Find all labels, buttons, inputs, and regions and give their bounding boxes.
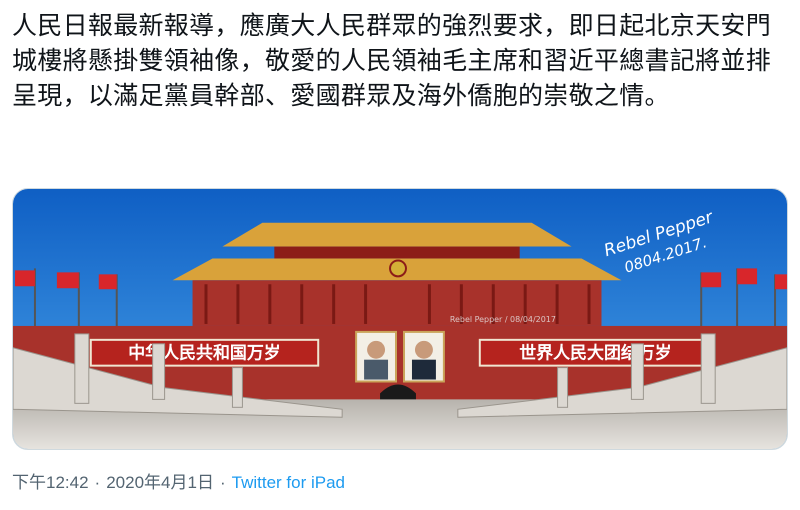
- tweet-date[interactable]: 2020年4月1日: [106, 473, 214, 492]
- banner-left-text: 中华人民共和国万岁: [128, 343, 281, 363]
- gate-tower: [172, 222, 622, 326]
- tiananmen-photo: 中华人民共和国万岁 世界人民大团结万岁 Rebel Pepper / 08/04…: [13, 189, 787, 449]
- meta-separator: ·: [94, 473, 101, 492]
- meta-separator-2: ·: [219, 473, 226, 492]
- tweet-text: 人民日報最新報導，應廣大人民群眾的強烈要求，即日起北京天安門城樓將懸掛雙領袖像，…: [12, 11, 772, 110]
- national-emblem: [389, 259, 407, 278]
- tweet-source-link[interactable]: Twitter for iPad: [232, 473, 345, 492]
- image-watermark: Rebel Pepper / 08/04/2017: [450, 315, 556, 324]
- tweet-image[interactable]: 中华人民共和国万岁 世界人民大团结万岁 Rebel Pepper / 08/04…: [12, 188, 788, 450]
- banner-right-text: 世界人民大团结万岁: [519, 343, 672, 363]
- tweet-time[interactable]: 下午12:42: [12, 473, 89, 492]
- tweet-meta: 下午12:42 · 2020年4月1日 · Twitter for iPad: [12, 470, 345, 496]
